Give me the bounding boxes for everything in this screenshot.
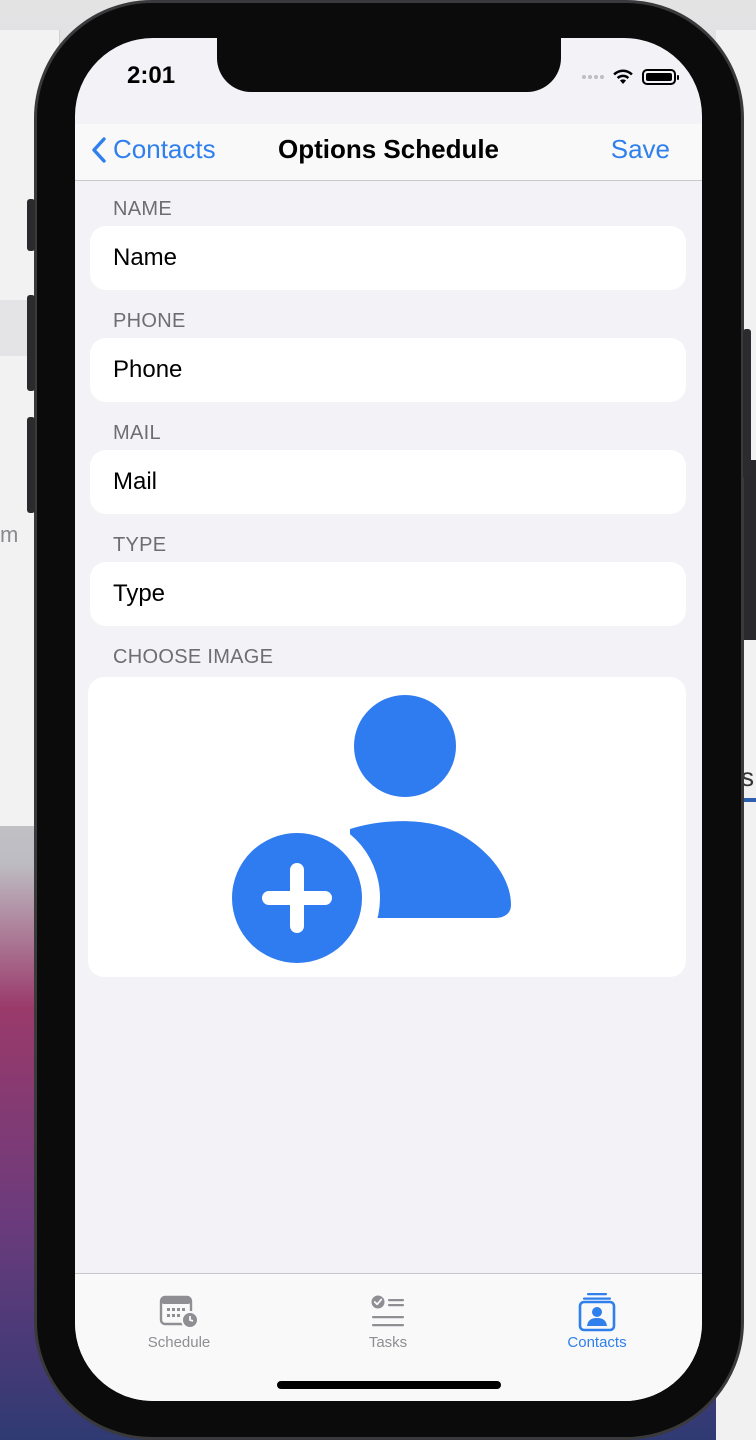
back-button-label: Contacts <box>113 134 216 164</box>
status-icons <box>582 68 679 85</box>
status-time: 2:01 <box>127 62 176 89</box>
tab-tasks[interactable]: Tasks <box>308 1292 468 1351</box>
tab-contacts-label: Contacts <box>567 1334 627 1351</box>
phone-screen: 2:01 Contacts Options Schedule Save NAME… <box>75 38 702 1401</box>
volume-up-button <box>27 295 35 391</box>
wifi-icon <box>613 69 633 84</box>
cellular-signal-icon <box>582 74 604 79</box>
calendar-clock-icon <box>159 1295 199 1329</box>
tab-contacts[interactable]: Contacts <box>517 1292 677 1351</box>
phone-input[interactable] <box>113 356 686 384</box>
name-input[interactable] <box>113 244 686 272</box>
home-indicator <box>277 1381 501 1389</box>
name-section-label: NAME <box>113 198 172 220</box>
type-input[interactable] <box>113 580 686 608</box>
battery-icon <box>642 68 679 85</box>
mail-section-label: MAIL <box>113 422 161 444</box>
power-button <box>743 329 751 479</box>
type-field[interactable] <box>90 562 686 626</box>
tab-schedule[interactable]: Schedule <box>99 1292 259 1351</box>
navigation-bar: Contacts Options Schedule Save <box>75 124 702 181</box>
back-button[interactable]: Contacts <box>91 134 216 165</box>
tab-tasks-label: Tasks <box>368 1334 408 1351</box>
type-section-label: TYPE <box>113 534 167 556</box>
notch <box>217 38 561 92</box>
choose-image-section-label: CHOOSE IMAGE <box>113 646 274 668</box>
choose-image-button[interactable] <box>88 677 686 981</box>
person-add-icon <box>214 695 511 981</box>
checklist-icon <box>371 1295 404 1327</box>
save-button[interactable]: Save <box>611 134 670 165</box>
contact-card-icon <box>578 1293 616 1332</box>
background-underline <box>742 798 756 802</box>
chevron-left-icon <box>92 136 106 163</box>
silent-switch <box>27 199 35 251</box>
background-text-fragment: m <box>0 522 19 547</box>
tab-schedule-label: Schedule <box>147 1334 211 1351</box>
phone-section-label: PHONE <box>113 310 186 332</box>
phone-field[interactable] <box>90 338 686 402</box>
mail-input[interactable] <box>113 468 686 496</box>
name-field[interactable] <box>90 226 686 290</box>
mail-field[interactable] <box>90 450 686 514</box>
volume-down-button <box>27 417 35 513</box>
tab-bar: Schedule Tasks Contacts <box>75 1273 702 1401</box>
